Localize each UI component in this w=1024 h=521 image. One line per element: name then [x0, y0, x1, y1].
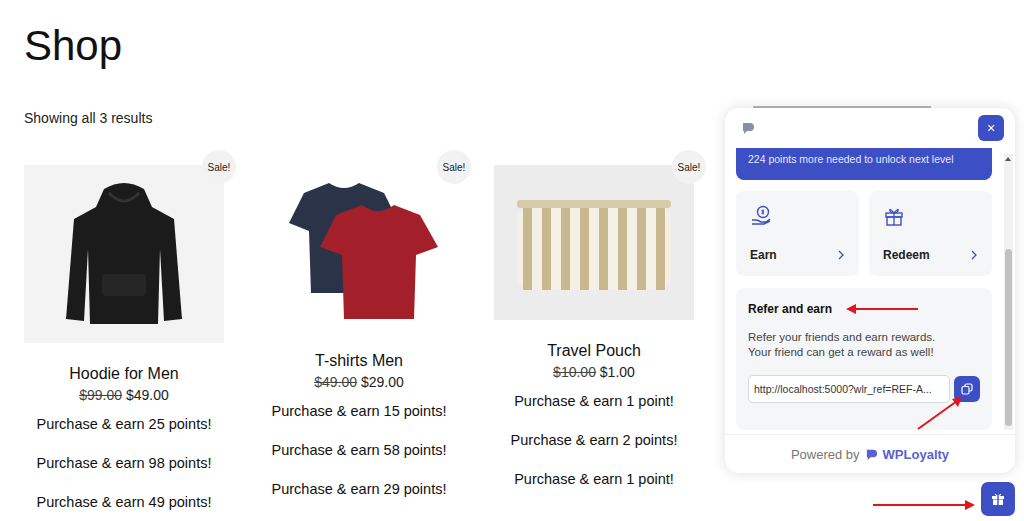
product-card[interactable]: Sale! Travel Pouch $10.00 $1.00 Purchase… [494, 165, 694, 521]
widget-launcher-button[interactable] [981, 482, 1015, 516]
copy-button[interactable] [954, 376, 980, 402]
widget-footer: Powered by WPLoyalty [725, 434, 1015, 473]
arrow-icon [873, 500, 975, 510]
wployalty-logo-icon [865, 448, 878, 461]
close-button[interactable]: × [978, 115, 1004, 141]
action-label: Redeem [883, 248, 930, 262]
gift-icon [991, 492, 1005, 506]
points-message: Purchase & earn 29 points! [272, 470, 447, 509]
gift-icon [883, 205, 905, 227]
action-row: Redeem [883, 248, 978, 262]
arrow-icon [918, 397, 962, 429]
sale-badge: Sale! [672, 150, 706, 184]
product-name[interactable]: Travel Pouch [547, 340, 641, 362]
product-image[interactable]: Sale! [259, 165, 459, 330]
chevron-right-icon [837, 250, 845, 260]
sale-price: $49.00 [126, 387, 169, 403]
page-title: Shop [24, 22, 1000, 70]
earn-icon [750, 205, 772, 227]
description-line: Your friend can get a reward as well! [748, 345, 980, 360]
annotation-arrows [0, 0, 1024, 521]
scroll-up-icon[interactable] [1005, 157, 1011, 161]
old-price: $49.00 [314, 374, 357, 390]
sale-badge: Sale! [437, 150, 471, 184]
scroll-thumb[interactable] [1005, 249, 1012, 426]
shop-page: Shop Showing all 3 results Sale! Hoodie … [0, 0, 1024, 521]
product-price: $49.00 $29.00 [314, 372, 404, 392]
refer-description: Refer your friends and earn rewards.Your… [748, 330, 980, 360]
old-price: $10.00 [553, 364, 596, 380]
arrow-icon [846, 304, 918, 314]
refer-card: Refer and earn Refer your friends and ea… [736, 288, 992, 430]
product-name[interactable]: T-shirts Men [315, 350, 403, 372]
product-name[interactable]: Hoodie for Men [69, 363, 178, 385]
widget-content: 224 points more needed to unlock next le… [736, 148, 992, 434]
tshirts-icon [274, 173, 444, 323]
referral-link-row: http://localhost:5000?wlr_ref=REF-A... [748, 375, 980, 403]
description-line: Refer your friends and earn rewards. [748, 330, 980, 345]
action-label: Earn [750, 248, 777, 262]
referral-link-field[interactable]: http://localhost:5000?wlr_ref=REF-A... [748, 375, 950, 403]
action-card[interactable]: Redeem [869, 191, 992, 276]
product-image[interactable]: Sale! [494, 165, 694, 320]
copy-icon [961, 383, 973, 395]
old-price: $99.00 [79, 387, 122, 403]
brand-name[interactable]: WPLoyalty [883, 447, 949, 462]
level-banner: 224 points more needed to unlock next le… [736, 148, 992, 180]
hoodie-icon [64, 179, 184, 329]
action-row: Earn [750, 248, 845, 262]
sale-badge: Sale! [202, 150, 236, 184]
logo-icon [741, 121, 755, 135]
product-price: $99.00 $49.00 [79, 385, 169, 405]
product-card[interactable]: Sale! Hoodie for Men $99.00 $49.00 Purch… [24, 165, 224, 521]
action-cards: Earn Redeem [736, 191, 992, 276]
points-message: Purchase & earn 1 point! [514, 460, 674, 499]
powered-by: Powered by [791, 447, 860, 462]
product-card[interactable]: Sale! T-shirts Men $49.00 $29.00 Purchas… [259, 165, 459, 521]
refer-title: Refer and earn [748, 302, 980, 316]
points-message: Purchase & earn 49 points! [37, 483, 212, 521]
loyalty-widget: × 224 points more needed to unlock next … [725, 108, 1015, 473]
points-message: Purchase & earn 2 points! [511, 421, 678, 460]
points-message: Purchase & earn 58 points! [272, 431, 447, 470]
product-image[interactable]: Sale! [24, 165, 224, 343]
points-message: Purchase & earn 98 points! [37, 444, 212, 483]
product-price: $10.00 $1.00 [553, 362, 635, 382]
widget-header: × [725, 108, 1015, 148]
scrollbar[interactable] [1004, 154, 1013, 430]
points-message: Purchase & earn 15 points! [272, 392, 447, 431]
points-message: Purchase & earn 25 points! [37, 405, 212, 444]
pouch-icon [509, 188, 679, 298]
widget-body: 224 points more needed to unlock next le… [725, 148, 1015, 434]
action-card[interactable]: Earn [736, 191, 859, 276]
points-message: Purchase & earn 1 point! [514, 382, 674, 421]
chevron-right-icon [970, 250, 978, 260]
sale-price: $1.00 [600, 364, 635, 380]
sale-price: $29.00 [361, 374, 404, 390]
